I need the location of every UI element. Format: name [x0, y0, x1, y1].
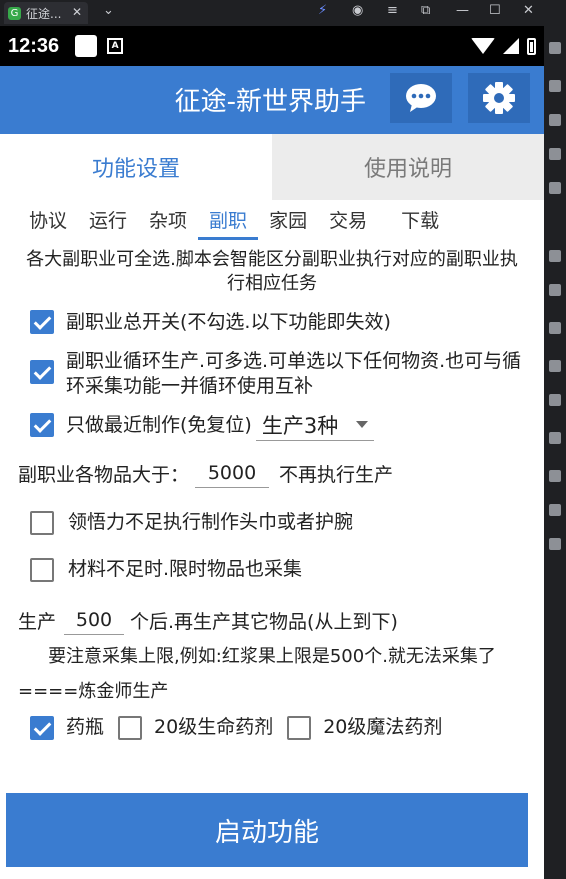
window-icon[interactable]: ⧉ [421, 3, 430, 18]
master-switch-checkbox[interactable] [30, 310, 54, 334]
minimize-icon[interactable]: — [456, 3, 469, 18]
volume-up-icon[interactable] [549, 114, 561, 126]
multi-window-icon[interactable] [549, 432, 561, 444]
app-bar: 征途-新世界助手 [0, 66, 544, 134]
app-title: 征途-新世界助手 [174, 87, 366, 117]
account-icon[interactable]: ◉ [352, 3, 363, 18]
screenshot-icon[interactable] [549, 182, 561, 194]
macro-icon[interactable] [549, 284, 561, 296]
comprehend-label: 领悟力不足执行制作头巾或者护腕 [68, 511, 354, 533]
cycle-produce-label: 副职业循环生产.可多选.可单选以下任何物资.也可与循环采集功能一并循环使用互补 [66, 350, 522, 397]
chat-icon [406, 84, 436, 112]
sub-tabs: 协议 运行 杂项 副职 家园 交易 下载 [0, 200, 544, 240]
subtab-run[interactable]: 运行 [78, 200, 138, 240]
phone-screen: 12:36 A 征途-新世界助手 功能设置 使用说明 协议 运行 杂项 副职 家… [0, 26, 544, 879]
alchemist-header: ====炼金师生产 [18, 681, 169, 702]
gear-icon [483, 82, 515, 114]
master-switch-row[interactable]: 副职业总开关(不勾选.以下功能即失效) [30, 310, 544, 335]
potion-bottle-checkbox[interactable] [30, 715, 54, 740]
status-time: 12:36 [8, 34, 60, 57]
production-count-value: 生产3种 [261, 413, 339, 438]
sync-icon[interactable] [549, 394, 561, 406]
subtab-trade[interactable]: 交易 [318, 200, 378, 240]
comprehend-row[interactable]: 领悟力不足执行制作头巾或者护腕 [30, 510, 544, 535]
material-checkbox[interactable] [30, 557, 54, 582]
produce-count-input[interactable]: 500 [64, 606, 125, 635]
produce-count-suffix: 个后.再生产其它物品(从上到下) [130, 611, 398, 633]
threshold-input[interactable]: 5000 [195, 459, 270, 488]
dropdown-arrow-icon [356, 421, 369, 428]
tab-function-settings[interactable]: 功能设置 [0, 134, 272, 200]
maximize-icon[interactable]: ☐ [489, 3, 501, 18]
threshold-prefix: 副职业各物品大于： [18, 464, 190, 486]
recent-only-checkbox[interactable] [30, 413, 54, 437]
menu-icon[interactable]: ≡ [387, 3, 398, 18]
volume-down-icon[interactable] [549, 148, 561, 160]
chevron-down-icon[interactable]: ⌄ [103, 3, 114, 18]
subtab-misc[interactable]: 杂项 [138, 200, 198, 240]
settings-button[interactable] [468, 73, 530, 123]
life-potion-label: 20级生命药剂 [154, 716, 274, 738]
status-bar: 12:36 A [0, 26, 544, 66]
material-row[interactable]: 材料不足时.限时物品也采集 [30, 557, 544, 582]
battery-icon [527, 37, 536, 55]
mana-potion-checkbox[interactable] [287, 715, 312, 740]
bolt-icon[interactable]: ⚡ [318, 3, 327, 18]
close-window-icon[interactable]: ✕ [523, 3, 534, 18]
chat-button[interactable] [390, 73, 452, 123]
comprehend-checkbox[interactable] [30, 510, 54, 535]
scissors-icon[interactable] [549, 322, 561, 334]
sidebar-tool-icon[interactable] [549, 80, 561, 92]
location-icon[interactable] [549, 504, 561, 516]
produce-count-prefix: 生产 [18, 611, 57, 633]
alchemist-items-row: 药瓶 20级生命药剂 20级魔法药剂 [30, 715, 544, 740]
subtab-home[interactable]: 家园 [258, 200, 318, 240]
close-tab-icon[interactable]: ✕ [72, 5, 82, 19]
start-button[interactable]: 启动功能 [6, 793, 528, 867]
keyboard-icon[interactable] [549, 250, 561, 262]
recent-only-row[interactable]: 只做最近制作(免复位) 生产3种 [30, 409, 544, 441]
production-count-select[interactable]: 生产3种 [255, 409, 375, 441]
material-label: 材料不足时.限时物品也采集 [68, 558, 303, 580]
emulator-tab-title: 征途... [26, 6, 62, 21]
produce-count-row: 生产 500 个后.再生产其它物品(从上到下) [18, 606, 544, 635]
emulator-title-bar: G 征途... ✕ ⌄ ⚡ ◉ ≡ ⧉ — ☐ ✕ [0, 0, 566, 26]
emulator-tab[interactable]: G 征途... ✕ [4, 2, 88, 24]
notification-square-icon [75, 35, 98, 57]
cycle-produce-checkbox[interactable] [30, 360, 54, 384]
master-switch-label: 副职业总开关(不勾选.以下功能即失效) [66, 311, 391, 333]
life-potion-checkbox[interactable] [118, 715, 143, 740]
subtab-side-job[interactable]: 副职 [198, 200, 259, 240]
wifi-icon [471, 38, 495, 54]
app-icon: G [8, 6, 21, 20]
gamepad-icon[interactable] [549, 538, 561, 550]
threshold-suffix: 不再执行生产 [279, 464, 394, 486]
subtab-download[interactable]: 下载 [390, 200, 450, 240]
folder-icon[interactable] [549, 470, 561, 482]
subtab-protocol[interactable]: 协议 [18, 200, 78, 240]
emulator-sidebar [544, 26, 566, 879]
recent-only-label: 只做最近制作(免复位) [66, 413, 252, 436]
gather-limit-note: 要注意采集上限,例如:红浆果上限是500个.就无法采集了 [48, 646, 496, 667]
side-job-description: 各大副职业可全选.脚本会智能区分副职业执行对应的副职业执行相应任务 [26, 249, 518, 294]
signal-icon [503, 38, 519, 54]
cycle-produce-row[interactable]: 副职业循环生产.可多选.可单选以下任何物资.也可与循环采集功能一并循环使用互补 [30, 349, 544, 399]
threshold-row: 副职业各物品大于： 5000 不再执行生产 [18, 459, 544, 488]
main-tabs: 功能设置 使用说明 [0, 134, 544, 200]
record-icon[interactable] [549, 360, 561, 372]
tab-usage-guide[interactable]: 使用说明 [272, 134, 544, 200]
mana-potion-label: 20级魔法药剂 [323, 716, 443, 738]
potion-bottle-label: 药瓶 [66, 716, 105, 738]
sidebar-tool-icon[interactable] [549, 42, 561, 54]
notification-a-icon: A [107, 38, 124, 54]
